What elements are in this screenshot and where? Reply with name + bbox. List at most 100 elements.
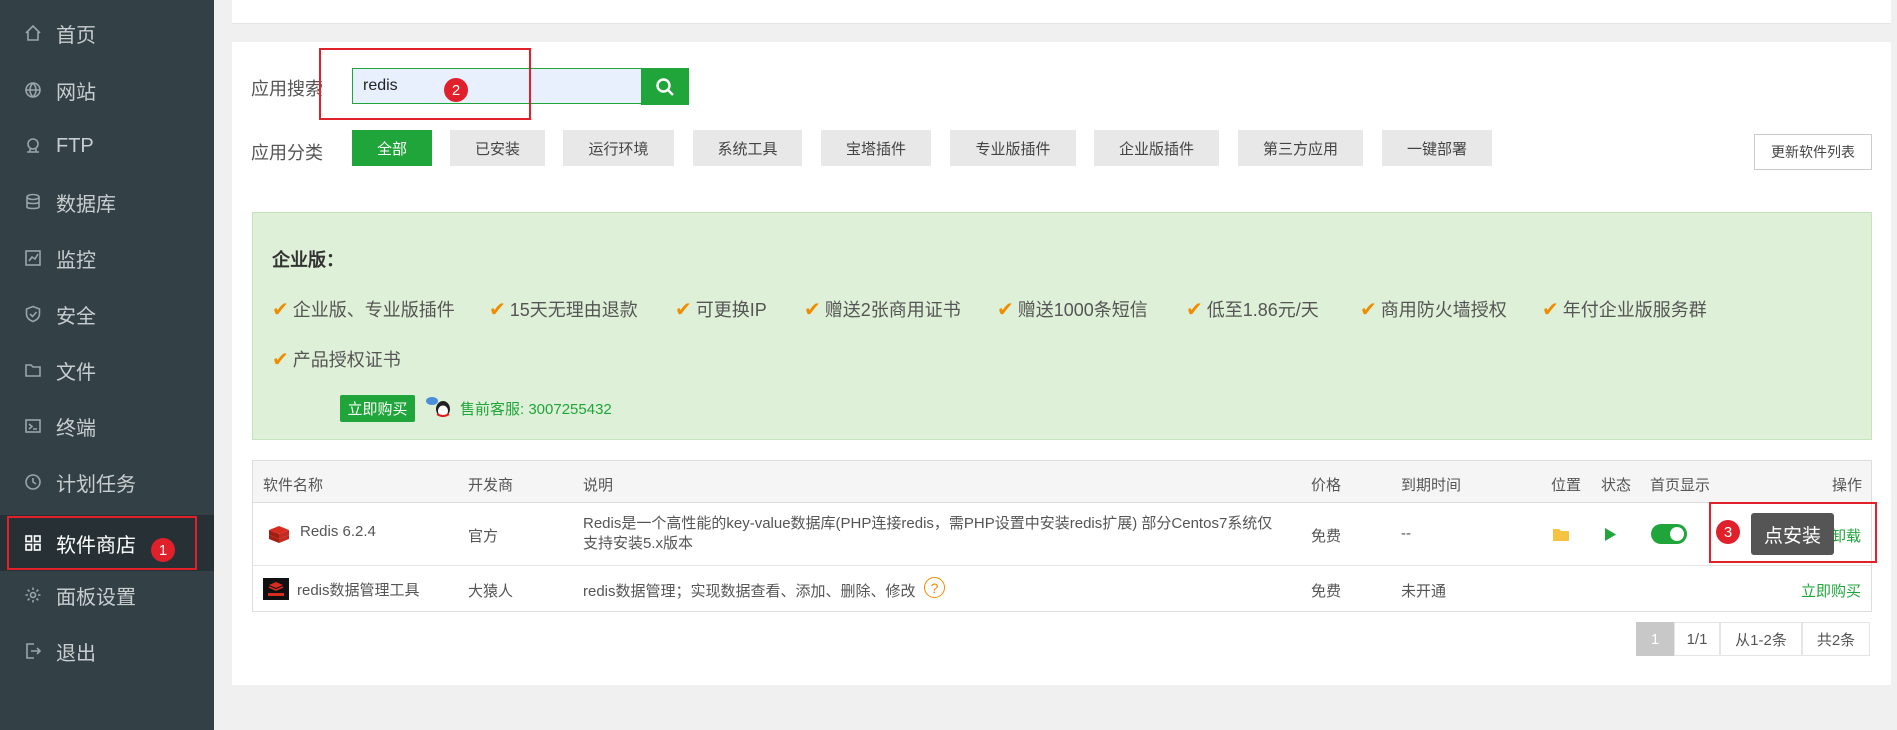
check-icon: ✔ <box>997 298 1014 321</box>
software-developer: 官方 <box>468 528 499 545</box>
category-all[interactable]: 全部 <box>352 130 432 166</box>
check-icon: ✔ <box>1542 298 1559 321</box>
folder-icon[interactable] <box>1552 527 1570 542</box>
home-display-toggle[interactable] <box>1651 524 1687 544</box>
terminal-icon <box>24 417 42 435</box>
header-description: 说明 <box>583 477 614 494</box>
category-bt-plugins[interactable]: 宝塔插件 <box>821 130 931 166</box>
help-icon[interactable]: ? <box>924 577 945 598</box>
home-icon <box>24 24 42 42</box>
software-description: redis数据管理；实现数据查看、添加、删除、修改 <box>583 583 916 600</box>
category-system-tools[interactable]: 系统工具 <box>693 130 802 166</box>
sidebar-item-label: 计划任务 <box>56 473 136 496</box>
sidebar-item-files[interactable]: 文件 <box>0 346 214 394</box>
redis-manager-logo-icon <box>263 578 289 600</box>
buy-now-button[interactable]: 立即购买 <box>340 395 415 422</box>
software-price: 免费 <box>1311 528 1342 545</box>
annotation-number-1: 1 <box>151 538 175 562</box>
software-expiry: 未开通 <box>1401 583 1447 600</box>
category-one-click-deploy[interactable]: 一键部署 <box>1382 130 1492 166</box>
annotation-number-2: 2 <box>444 78 468 102</box>
ftp-icon <box>24 137 42 155</box>
sidebar-item-security[interactable]: 安全 <box>0 290 214 338</box>
software-description: Redis是一个高性能的key-value数据库(PHP连接redis，需PHP… <box>583 515 1273 552</box>
sidebar-item-logout[interactable]: 退出 <box>0 627 214 675</box>
check-icon: ✔ <box>489 298 506 321</box>
check-icon: ✔ <box>272 348 289 371</box>
sidebar-item-ftp[interactable]: FTP <box>0 122 214 170</box>
pagination-range: 从1-2条 <box>1720 622 1802 656</box>
qq-chat-icon <box>426 397 450 417</box>
check-icon: ✔ <box>272 298 289 321</box>
pagination-total: 共2条 <box>1802 622 1870 656</box>
sidebar-item-app-store[interactable]: 软件商店 <box>0 515 214 571</box>
monitor-icon <box>24 249 42 267</box>
sidebar-item-label: 软件商店 <box>56 534 136 557</box>
search-label: 应用搜索 <box>251 79 323 99</box>
pagination-current-page[interactable]: 1 <box>1636 622 1674 656</box>
refresh-software-list-button[interactable]: 更新软件列表 <box>1754 134 1872 170</box>
sidebar-item-cron[interactable]: 计划任务 <box>0 458 214 506</box>
shield-icon <box>24 305 42 323</box>
sidebar-item-settings[interactable]: 面板设置 <box>0 571 214 619</box>
database-icon <box>24 193 42 211</box>
search-icon <box>656 77 674 96</box>
sidebar-item-label: 退出 <box>56 642 96 665</box>
banner-feature: ✔ 赠送2张商用证书 <box>804 298 961 321</box>
banner-feature: ✔ 商用防火墙授权 <box>1360 298 1507 321</box>
annotation-number-3: 3 <box>1716 520 1740 544</box>
banner-feature: ✔ 低至1.86元/天 <box>1186 298 1319 321</box>
header-actions: 操作 <box>1832 477 1863 494</box>
search-input[interactable] <box>352 68 642 104</box>
category-installed[interactable]: 已安装 <box>450 130 545 166</box>
header-price: 价格 <box>1311 477 1342 494</box>
header-expiry: 到期时间 <box>1401 477 1462 494</box>
header-location: 位置 <box>1551 477 1582 494</box>
sidebar-item-label: 终端 <box>56 417 96 440</box>
pagination-pages: 1/1 <box>1674 622 1720 656</box>
banner-title: 企业版： <box>272 250 344 270</box>
sidebar-item-database[interactable]: 数据库 <box>0 178 214 226</box>
category-third-party[interactable]: 第三方应用 <box>1238 130 1363 166</box>
globe-icon <box>24 81 42 99</box>
software-name[interactable]: redis数据管理工具 <box>297 579 420 600</box>
banner-feature: ✔ 赠送1000条短信 <box>997 298 1148 321</box>
grid-icon <box>24 534 42 552</box>
category-label: 应用分类 <box>251 143 323 163</box>
sidebar-item-terminal[interactable]: 终端 <box>0 402 214 450</box>
header-name: 软件名称 <box>263 477 324 494</box>
sidebar-item-label: 文件 <box>56 361 96 384</box>
sidebar-item-label: 面板设置 <box>56 586 136 609</box>
top-panel <box>232 0 1891 24</box>
banner-feature: ✔ 可更换IP <box>675 298 767 321</box>
check-icon: ✔ <box>1360 298 1377 321</box>
play-icon[interactable] <box>1603 527 1617 542</box>
category-pro-plugins[interactable]: 专业版插件 <box>950 130 1076 166</box>
sidebar-item-monitor[interactable]: 监控 <box>0 234 214 282</box>
uninstall-link[interactable]: 卸载 <box>1831 525 1861 546</box>
category-enterprise-plugins[interactable]: 企业版插件 <box>1094 130 1219 166</box>
check-icon: ✔ <box>804 298 821 321</box>
redis-logo-icon <box>269 526 289 543</box>
check-icon: ✔ <box>1186 298 1203 321</box>
category-runtime[interactable]: 运行环境 <box>563 130 674 166</box>
sidebar-item-label: 数据库 <box>56 193 116 216</box>
buy-now-link[interactable]: 立即购买 <box>1801 580 1861 601</box>
search-button[interactable] <box>641 68 689 105</box>
header-status: 状态 <box>1601 477 1632 494</box>
software-name[interactable]: Redis 6.2.4 <box>300 523 376 540</box>
banner-feature: ✔ 产品授权证书 <box>272 348 401 371</box>
header-home-display: 首页显示 <box>1650 477 1711 494</box>
software-price: 免费 <box>1311 583 1342 600</box>
sidebar-item-home[interactable]: 首页 <box>0 9 214 57</box>
presale-contact[interactable]: 售前客服: 3007255432 <box>460 398 612 419</box>
banner-feature: ✔ 企业版、专业版插件 <box>272 298 455 321</box>
folder-icon <box>24 361 42 379</box>
sidebar-item-websites[interactable]: 网站 <box>0 66 214 114</box>
sidebar-item-label: 安全 <box>56 305 96 328</box>
clock-icon <box>24 473 42 491</box>
row-separator <box>253 565 1871 566</box>
sidebar-item-label: 首页 <box>56 24 96 47</box>
install-tooltip: 点安装 <box>1751 513 1834 555</box>
software-expiry: -- <box>1401 525 1411 542</box>
